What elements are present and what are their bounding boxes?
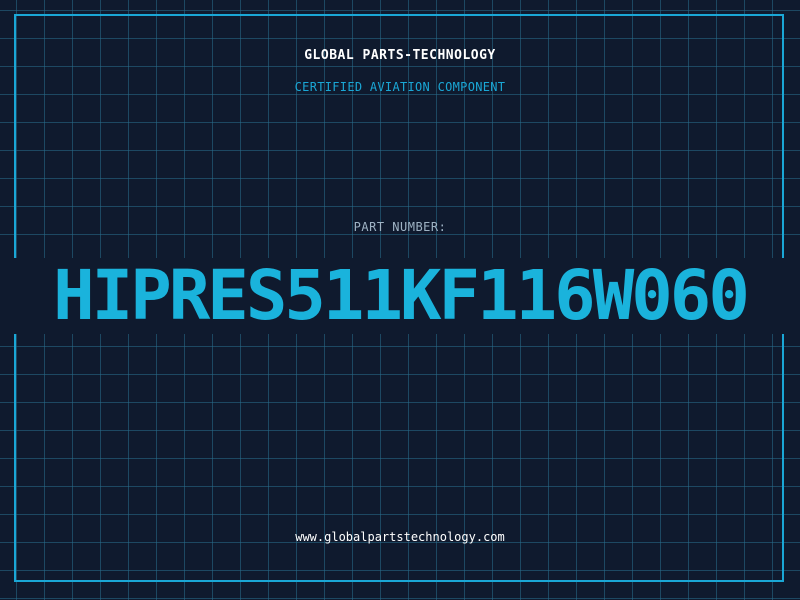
part-number-label: PART NUMBER: <box>353 220 447 234</box>
part-number-value: HIPRES511KF116W060 <box>53 256 750 336</box>
certification-subtitle: CERTIFIED AVIATION COMPONENT <box>294 80 506 94</box>
label-canvas: GLOBAL PARTS-TECHNOLOGY CERTIFIED AVIATI… <box>0 0 800 600</box>
company-name: GLOBAL PARTS-TECHNOLOGY <box>304 48 496 63</box>
website-url: www.globalpartstechnology.com <box>295 530 505 544</box>
